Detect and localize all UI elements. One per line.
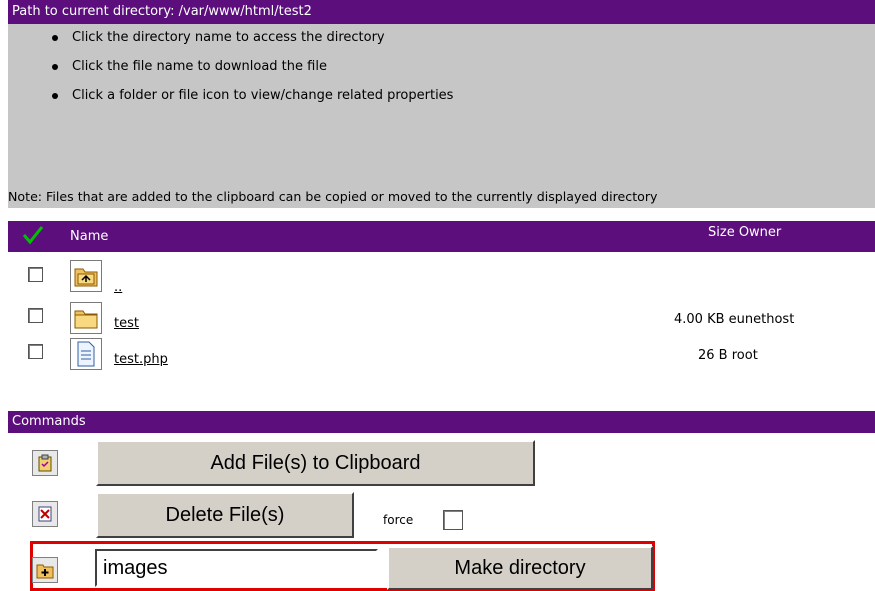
file-name-link[interactable]: .. xyxy=(114,280,122,295)
commands-bar: Commands xyxy=(8,411,875,433)
size-owner: 4.00 KB eunethost xyxy=(674,312,795,327)
instruction-item: Click a folder or file icon to view/chan… xyxy=(52,88,453,103)
column-header-name[interactable]: Name xyxy=(70,229,108,244)
row-checkbox[interactable] xyxy=(28,308,43,323)
row-checkbox[interactable] xyxy=(28,344,43,359)
table-row: test 4.00 KB eunethost xyxy=(8,302,875,338)
parent-folder-icon[interactable] xyxy=(70,260,102,292)
commands-title: Commands xyxy=(12,414,86,429)
file-name-link[interactable]: test.php xyxy=(114,352,168,367)
instruction-item: Click the directory name to access the d… xyxy=(52,30,385,45)
table-row: test.php 26 B root xyxy=(8,338,875,374)
instruction-item: Click the file name to download the file xyxy=(52,59,327,74)
bullet-icon xyxy=(52,64,58,70)
row-checkbox[interactable] xyxy=(28,267,43,282)
clipboard-note: Note: Files that are added to the clipbo… xyxy=(8,189,658,204)
clipboard-icon xyxy=(32,450,58,476)
delete-files-button[interactable]: Delete File(s) xyxy=(96,492,354,538)
note-strip: Note: Files that are added to the clipbo… xyxy=(8,184,875,208)
size-owner: 26 B root xyxy=(698,348,758,363)
bullet-icon xyxy=(52,35,58,41)
delete-icon xyxy=(32,501,58,527)
folder-icon[interactable] xyxy=(70,302,102,334)
path-label: Path to current directory: /var/www/html… xyxy=(12,4,312,19)
force-label: force xyxy=(383,513,414,527)
instructions-panel: Click the directory name to access the d… xyxy=(8,24,875,184)
directory-name-input[interactable] xyxy=(95,549,378,587)
files-header: Name Size Owner xyxy=(8,221,875,252)
make-directory-button[interactable]: Make directory xyxy=(387,546,653,590)
file-icon[interactable] xyxy=(70,338,102,370)
select-all-check-icon[interactable] xyxy=(22,225,44,249)
path-bar: Path to current directory: /var/www/html… xyxy=(8,0,875,24)
column-header-size-owner: Size Owner xyxy=(708,225,782,240)
table-row: .. xyxy=(8,258,875,295)
new-folder-icon xyxy=(32,557,58,583)
add-to-clipboard-button[interactable]: Add File(s) to Clipboard xyxy=(96,440,535,486)
file-list: .. test 4.00 KB eunethost test.php 26 B … xyxy=(8,252,875,410)
force-checkbox[interactable] xyxy=(443,510,463,530)
bullet-icon xyxy=(52,93,58,99)
file-name-link[interactable]: test xyxy=(114,316,139,331)
